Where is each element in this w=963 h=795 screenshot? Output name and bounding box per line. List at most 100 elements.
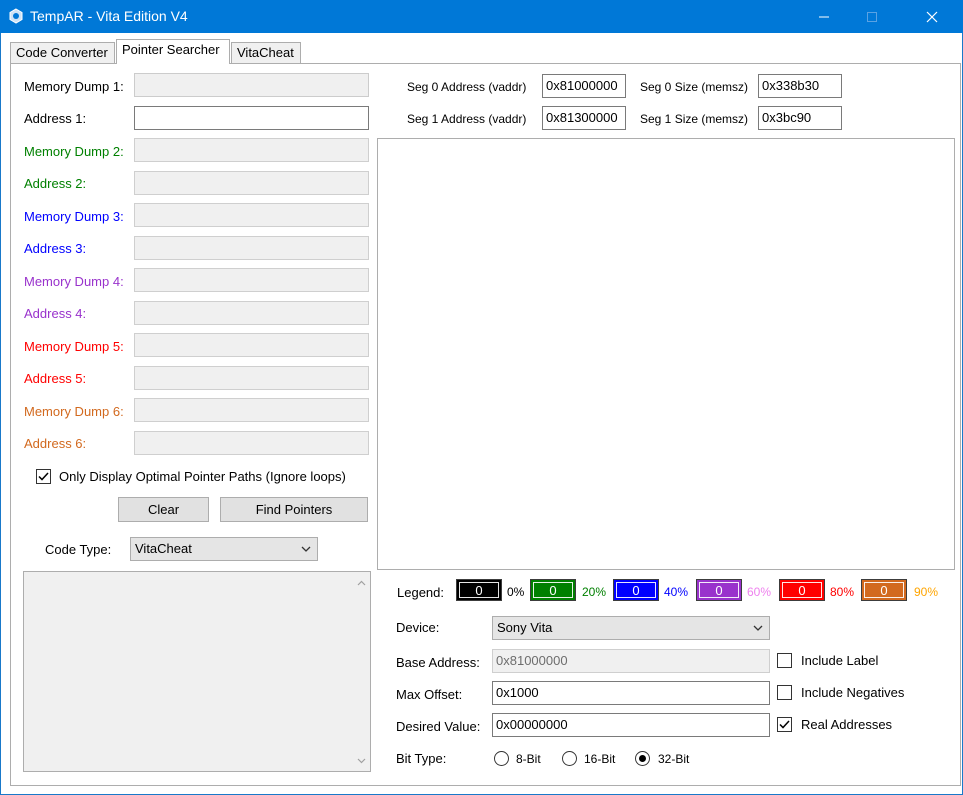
tab-code-converter[interactable]: Code Converter xyxy=(10,42,115,63)
include-negatives-checkbox[interactable] xyxy=(777,685,792,700)
legend-percent: 40% xyxy=(664,585,689,599)
max-offset-label: Max Offset: xyxy=(396,687,463,702)
optimal-paths-checkbox[interactable] xyxy=(36,469,51,484)
bit-16-label: 16-Bit xyxy=(584,752,616,766)
memory-dump-5-input[interactable] xyxy=(134,333,369,357)
include-label-checkbox[interactable] xyxy=(777,653,792,668)
address-3-input[interactable] xyxy=(134,236,369,260)
clear-button[interactable]: Clear xyxy=(118,497,209,522)
minimize-icon xyxy=(819,16,829,17)
legend-count: 0 xyxy=(475,582,483,598)
seg0-address-label: Seg 0 Address (vaddr) xyxy=(407,80,527,94)
desired-value-input[interactable]: 0x00000000 xyxy=(492,713,770,737)
memory-dump-3-label: Memory Dump 3: xyxy=(24,209,124,224)
bit-8-radio[interactable] xyxy=(494,751,509,766)
legend-percent: 60% xyxy=(747,585,772,599)
legend-swatch-1: 0 xyxy=(530,579,576,601)
memory-dump-6-input[interactable] xyxy=(134,398,369,422)
legend-percent: 20% xyxy=(582,585,607,599)
address-4-label: Address 4: xyxy=(24,306,87,321)
seg1-address-input[interactable]: 0x81300000 xyxy=(542,106,626,130)
checkmark-icon xyxy=(38,472,49,481)
legend-swatch-2: 0 xyxy=(613,579,659,601)
base-address-label: Base Address: xyxy=(396,655,480,670)
seg0-size-input[interactable]: 0x338b30 xyxy=(758,74,842,98)
bit-8-label: 8-Bit xyxy=(516,752,541,766)
chevron-down-icon xyxy=(753,625,763,631)
bit-32-radio[interactable] xyxy=(635,751,650,766)
seg0-size-label: Seg 0 Size (memsz) xyxy=(640,80,749,94)
address-1-label: Address 1: xyxy=(24,111,87,126)
pointer-results-list[interactable] xyxy=(377,138,955,570)
seg1-size-label: Seg 1 Size (memsz) xyxy=(640,112,749,126)
legend-label: Legend: xyxy=(397,585,444,600)
legend-swatch-3: 0 xyxy=(696,579,742,601)
seg1-size-input[interactable]: 0x3bc90 xyxy=(758,106,842,130)
radio-selected-dot xyxy=(639,755,646,762)
address-1-input[interactable] xyxy=(134,106,369,130)
scroll-down-icon[interactable] xyxy=(357,758,366,764)
app-icon xyxy=(9,8,23,24)
chevron-down-icon xyxy=(301,546,311,552)
memory-dump-2-input[interactable] xyxy=(134,138,369,162)
maximize-icon xyxy=(867,11,877,22)
seg1-address-label: Seg 1 Address (vaddr) xyxy=(407,112,527,126)
base-address-input[interactable]: 0x81000000 xyxy=(492,649,770,673)
legend-count: 0 xyxy=(715,582,723,598)
address-5-input[interactable] xyxy=(134,366,369,390)
memory-dump-2-label: Memory Dump 2: xyxy=(24,144,124,159)
code-type-select[interactable]: VitaCheat xyxy=(130,537,318,561)
code-type-label: Code Type: xyxy=(45,542,112,557)
memory-dump-4-input[interactable] xyxy=(134,268,369,292)
address-4-input[interactable] xyxy=(134,301,369,325)
max-offset-input[interactable]: 0x1000 xyxy=(492,681,770,705)
scroll-up-icon[interactable] xyxy=(357,580,366,586)
find-pointers-button[interactable]: Find Pointers xyxy=(220,497,368,522)
legend-count: 0 xyxy=(880,582,888,598)
bit-type-label: Bit Type: xyxy=(396,751,447,766)
address-3-label: Address 3: xyxy=(24,241,87,256)
legend-swatch-4: 0 xyxy=(779,579,825,601)
device-value: Sony Vita xyxy=(497,620,553,635)
device-select[interactable]: Sony Vita xyxy=(492,616,770,640)
address-5-label: Address 5: xyxy=(24,371,87,386)
code-type-value: VitaCheat xyxy=(135,541,192,556)
legend-percent: 90% xyxy=(914,585,939,599)
memory-dump-5-label: Memory Dump 5: xyxy=(24,339,124,354)
code-output-textarea[interactable] xyxy=(23,571,371,772)
memory-dump-1-label: Memory Dump 1: xyxy=(24,79,124,94)
device-label: Device: xyxy=(396,620,440,635)
address-6-label: Address 6: xyxy=(24,436,87,451)
bit-32-label: 32-Bit xyxy=(658,752,690,766)
memory-dump-1-input[interactable] xyxy=(134,73,369,97)
output-scrollbar[interactable] xyxy=(353,572,370,771)
optimal-paths-label: Only Display Optimal Pointer Paths (Igno… xyxy=(59,469,346,484)
include-label-text: Include Label xyxy=(801,653,879,668)
legend-swatch-0: 0 xyxy=(456,579,502,601)
bit-16-radio[interactable] xyxy=(562,751,577,766)
memory-dump-3-input[interactable] xyxy=(134,203,369,227)
window-frame-left xyxy=(0,33,1,795)
legend-percent: 80% xyxy=(830,585,855,599)
checkmark-icon xyxy=(779,720,790,729)
tab-pointer-searcher[interactable]: Pointer Searcher xyxy=(116,39,230,64)
real-addresses-checkbox[interactable] xyxy=(777,717,792,732)
address-6-input[interactable] xyxy=(134,431,369,455)
memory-dump-4-label: Memory Dump 4: xyxy=(24,274,124,289)
tab-vitacheat[interactable]: VitaCheat xyxy=(231,42,301,63)
legend-count: 0 xyxy=(549,582,557,598)
window-title: TempAR - Vita Edition V4 xyxy=(30,8,188,24)
desired-value-label: Desired Value: xyxy=(396,719,481,734)
title-bar[interactable]: TempAR - Vita Edition V4 xyxy=(0,0,963,33)
close-button[interactable] xyxy=(909,0,955,33)
maximize-button[interactable] xyxy=(849,0,895,33)
minimize-button[interactable] xyxy=(801,0,847,33)
memory-dump-6-label: Memory Dump 6: xyxy=(24,404,124,419)
legend-swatch-5: 0 xyxy=(861,579,907,601)
address-2-label: Address 2: xyxy=(24,176,87,191)
legend-count: 0 xyxy=(632,582,640,598)
close-icon xyxy=(926,11,938,22)
address-2-input[interactable] xyxy=(134,171,369,195)
seg0-address-input[interactable]: 0x81000000 xyxy=(542,74,626,98)
include-negatives-text: Include Negatives xyxy=(801,685,905,700)
